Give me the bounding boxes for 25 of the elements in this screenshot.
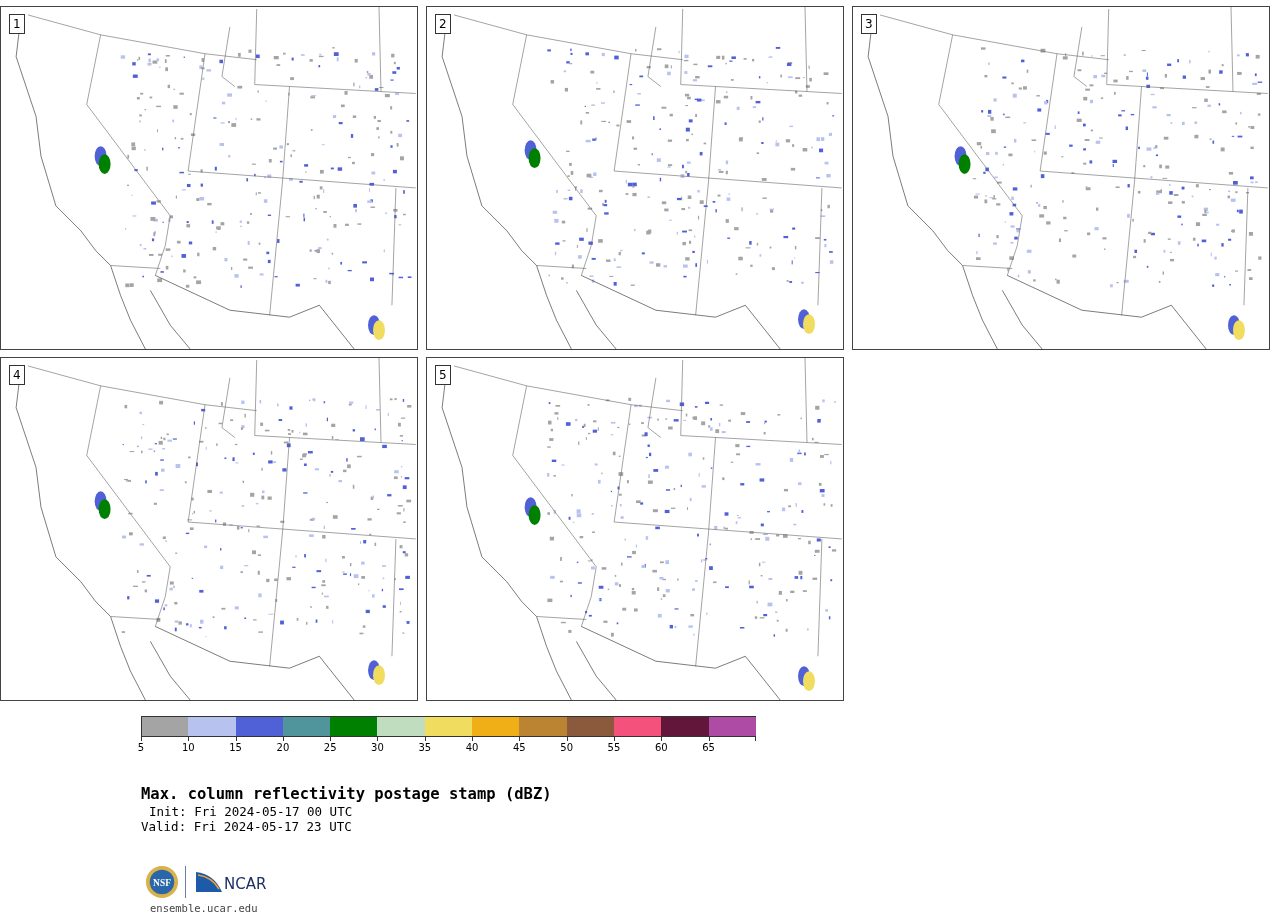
tick-label: 30 [371, 742, 384, 754]
panel-number: 1 [9, 14, 25, 34]
nsf-logo: NSF [145, 865, 179, 899]
valid-time-text: Valid: Fri 2024-05-17 23 UTC [141, 819, 353, 834]
figure-title: Max. column reflectivity postage stamp (dBZ) [141, 785, 553, 804]
panel-number: 5 [435, 365, 451, 385]
ncar-logo-text: NCAR [224, 875, 267, 893]
panel-number: 2 [435, 14, 451, 34]
tick-label: 10 [181, 742, 195, 754]
tick-label: 25 [323, 742, 337, 754]
tick-label: 60 [654, 742, 668, 754]
tick-label: 20 [276, 742, 290, 754]
site-url: ensemble.ucar.edu [150, 902, 259, 915]
tick-label: 65 [702, 742, 715, 754]
tick-label: 40 [465, 742, 479, 754]
panel-number: 4 [9, 365, 25, 385]
ncar-mark-icon [196, 872, 222, 892]
tick-label: 50 [560, 742, 574, 754]
panel-number: 3 [861, 14, 877, 34]
tick-label: 15 [229, 742, 242, 754]
init-time-text: Init: Fri 2024-05-17 00 UTC [148, 804, 354, 819]
tick-label: 35 [418, 742, 432, 754]
tick-label: 45 [513, 742, 526, 754]
tick-label: 55 [607, 742, 621, 754]
tick-label: 5 [137, 742, 145, 754]
